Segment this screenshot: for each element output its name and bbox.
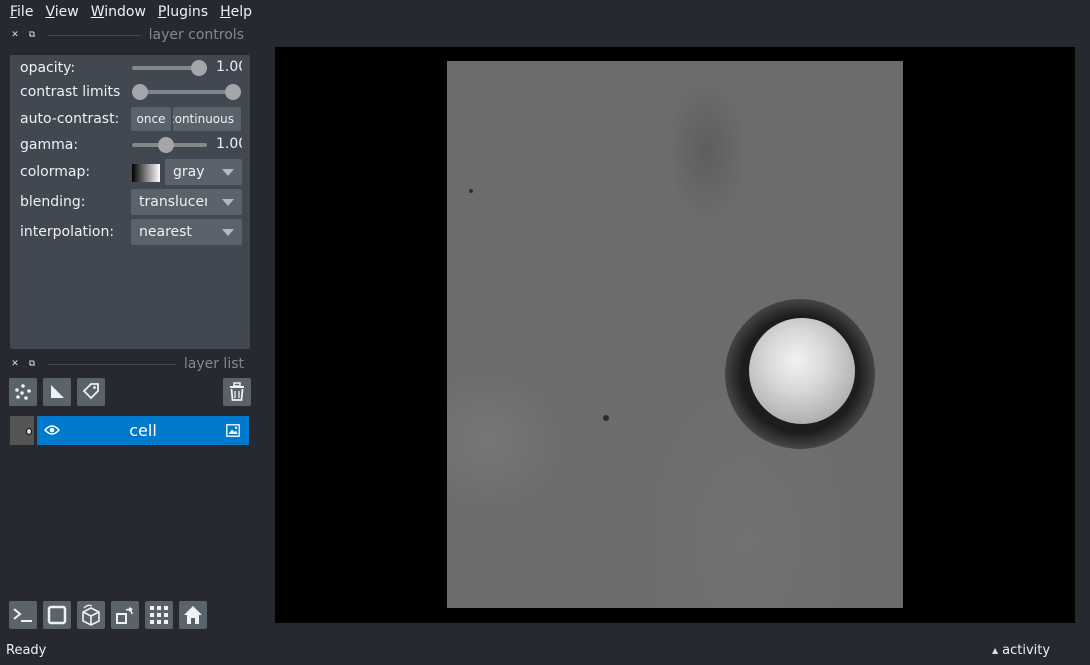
gamma-label: gamma: <box>20 137 79 153</box>
layer-item-body[interactable]: cell <box>37 416 249 445</box>
gamma-slider-handle[interactable] <box>158 137 174 153</box>
home-icon <box>184 606 202 624</box>
dock-close-icon[interactable]: ✕ <box>8 359 22 369</box>
cell-image <box>447 61 903 608</box>
menu-help[interactable]: Help <box>214 4 258 20</box>
menu-window-rest: indow <box>104 4 146 20</box>
colormap-select[interactable]: gray <box>165 159 242 185</box>
delete-layer-button[interactable] <box>223 378 251 406</box>
layer-controls-panel: opacity: 1.00 contrast limits auto-contr… <box>10 55 250 349</box>
menu-help-rest: elp <box>230 4 252 20</box>
points-icon <box>15 384 31 400</box>
layer-controls-title: layer controls <box>148 27 244 43</box>
dock-float-icon[interactable]: ⧉ <box>25 30 39 40</box>
viewer-canvas[interactable] <box>275 47 1075 623</box>
home-button[interactable] <box>179 601 207 629</box>
activity-label: activity <box>1002 643 1051 658</box>
contrast-max-handle[interactable] <box>225 84 241 100</box>
terminal-icon <box>13 608 32 622</box>
blending-value: translucent <box>139 194 207 210</box>
chevron-down-icon <box>222 169 234 176</box>
menu-plugins[interactable]: Plugins <box>152 4 214 20</box>
cube-icon <box>82 604 100 626</box>
menu-file[interactable]: File <box>4 4 39 20</box>
interpolation-value: nearest <box>139 224 192 240</box>
interpolation-select[interactable]: nearest <box>131 219 242 245</box>
autocontrast-continuous-label: continuous <box>173 112 234 126</box>
menu-bar: File View Window Plugins Help <box>0 0 1090 24</box>
chevron-down-icon <box>222 229 234 236</box>
menu-plugins-rest: lugins <box>166 4 209 20</box>
toggle-ndisplay-button[interactable] <box>43 601 71 629</box>
interpolation-label: interpolation: <box>20 224 115 240</box>
contrast-limits-slider[interactable] <box>140 90 233 94</box>
layer-list-dock-title: ✕ ⧉ layer list <box>8 354 244 374</box>
new-labels-layer-button[interactable] <box>77 378 105 406</box>
menu-view-rest: iew <box>54 4 79 20</box>
trash-icon <box>230 382 244 401</box>
transpose-dimensions-button[interactable] <box>111 601 139 629</box>
new-shapes-layer-button[interactable] <box>43 378 71 406</box>
contrast-min-handle[interactable] <box>132 84 148 100</box>
opacity-value[interactable]: 1.00 <box>216 59 242 75</box>
new-points-layer-button[interactable] <box>9 378 37 406</box>
chevron-down-icon <box>222 199 234 206</box>
menu-file-rest: ile <box>17 4 34 20</box>
status-text: Ready <box>6 643 47 658</box>
menu-window[interactable]: Window <box>85 4 152 20</box>
dock-close-icon[interactable]: ✕ <box>8 30 22 40</box>
blending-label: blending: <box>20 194 86 210</box>
layer-item-cell[interactable]: cell <box>10 416 249 445</box>
contrast-limits-label: contrast limits <box>20 84 121 100</box>
gamma-value[interactable]: 1.00 <box>216 136 242 152</box>
transpose-icon <box>116 607 133 624</box>
tag-icon <box>82 383 99 400</box>
menu-view[interactable]: View <box>39 4 84 20</box>
roll-dimensions-button[interactable] <box>77 601 105 629</box>
dark-speck <box>469 189 473 193</box>
autocontrast-once-button[interactable]: once <box>131 107 171 131</box>
grid-view-button[interactable] <box>145 601 173 629</box>
colormap-label: colormap: <box>20 164 91 180</box>
cell-body <box>749 318 855 424</box>
dark-speck <box>603 415 609 421</box>
caret-up-icon: ▲ <box>992 646 999 655</box>
blending-select[interactable]: translucent <box>131 189 242 215</box>
opacity-label: opacity: <box>20 60 76 76</box>
square-icon <box>47 605 67 625</box>
shapes-icon <box>51 385 64 398</box>
image-layer-icon <box>226 424 240 437</box>
dock-divider <box>48 34 141 36</box>
dock-float-icon[interactable]: ⧉ <box>25 359 39 369</box>
console-button[interactable] <box>9 601 37 629</box>
colormap-value: gray <box>173 164 205 180</box>
layer-name[interactable]: cell <box>37 421 249 440</box>
grid-icon <box>150 606 168 624</box>
layer-controls-dock-title: ✕ ⧉ layer controls <box>8 25 244 45</box>
colormap-swatch <box>132 164 160 182</box>
layer-list-title: layer list <box>183 356 244 372</box>
activity-button[interactable]: ▲ activity <box>992 643 1050 658</box>
autocontrast-continuous-button[interactable]: continuous <box>173 107 241 131</box>
autocontrast-label: auto-contrast: <box>20 111 120 127</box>
opacity-slider-handle[interactable] <box>191 60 207 76</box>
layer-thumbnail <box>10 416 34 445</box>
dock-divider <box>48 363 176 365</box>
